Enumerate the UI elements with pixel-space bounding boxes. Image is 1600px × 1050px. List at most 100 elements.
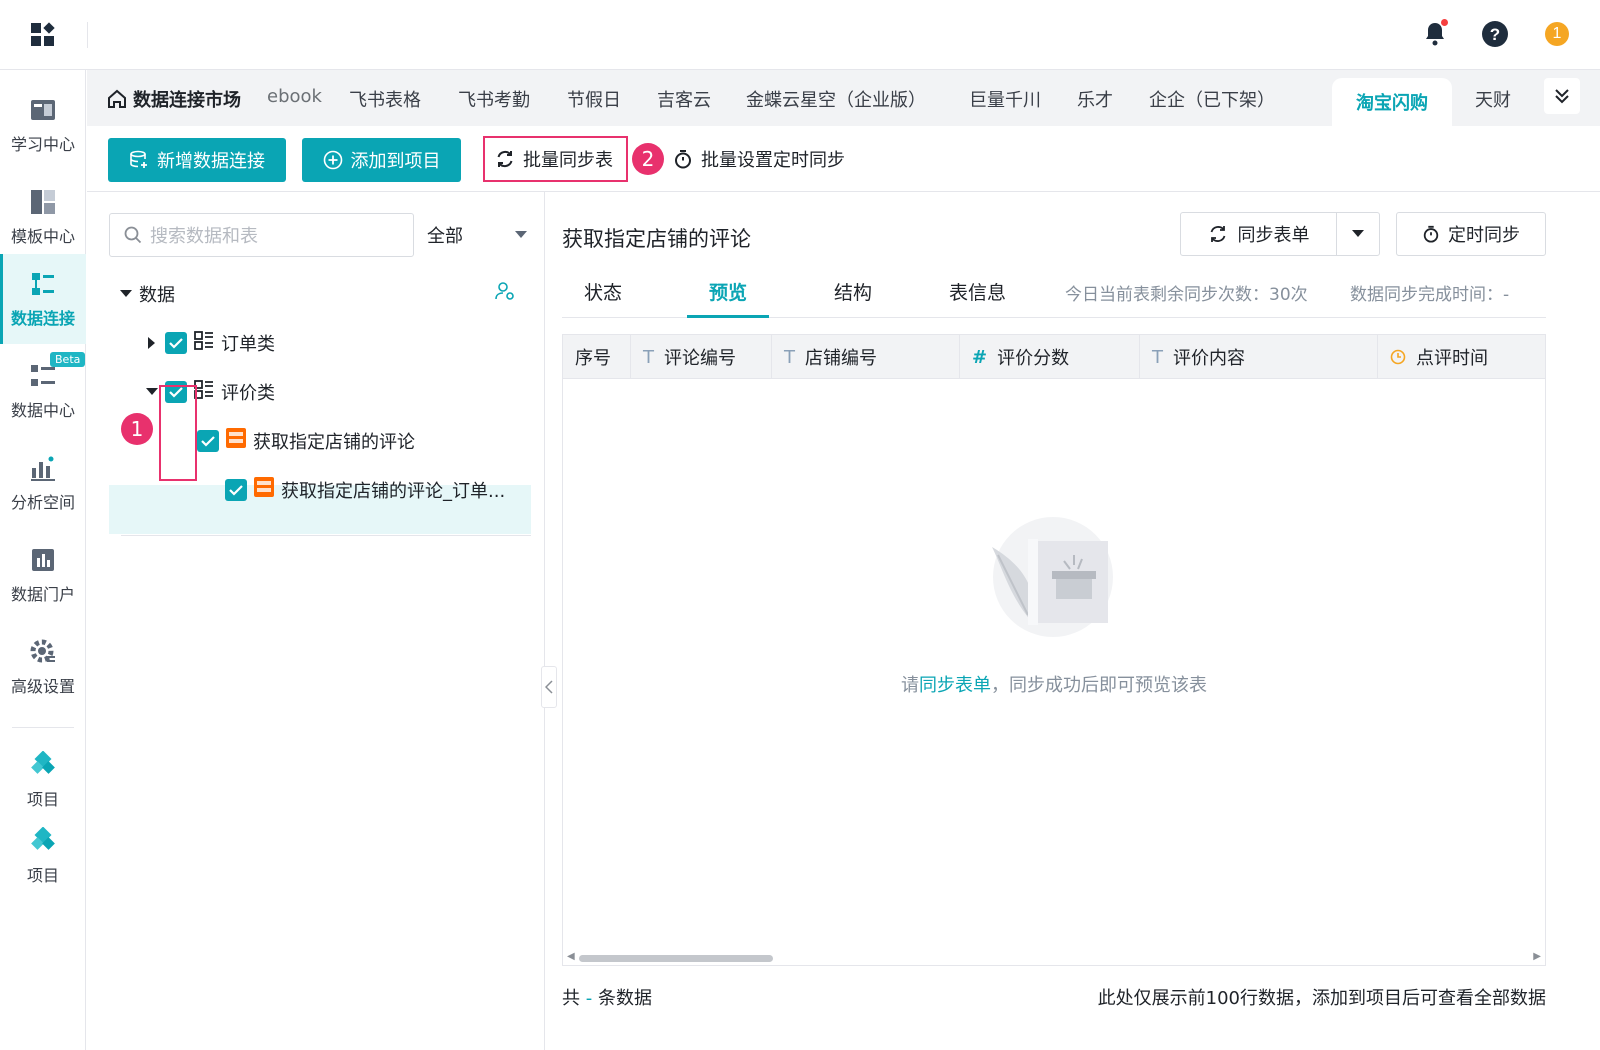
sync-form-button[interactable]: 同步表单 — [1181, 213, 1337, 255]
add-to-project-button[interactable]: 添加到项目 — [302, 138, 461, 182]
add-to-project-label: 添加到项目 — [350, 151, 441, 172]
tab-home-label: 数据连接市场 — [133, 90, 241, 111]
schedule-sync-label: 定时同步 — [1448, 225, 1520, 246]
tree-group-orders[interactable]: 订单类 — [145, 318, 275, 367]
sidebar-item-portal[interactable]: 数据门户 — [0, 530, 86, 620]
sidebar-item-learning[interactable]: 学习中心 — [0, 80, 86, 170]
data-tree-panel: 搜索数据和表 全部 数据 订单类 评价类 1 获取指定店铺的评论 获取指定店铺的… — [87, 192, 545, 1050]
column-header-content[interactable]: T 评价内容 — [1140, 335, 1378, 379]
tree-divider — [121, 535, 531, 536]
step-badge-2: 2 — [632, 143, 664, 175]
caret-right-icon[interactable] — [145, 336, 159, 350]
tree-table-label: 获取指定店铺的评论_订单... — [281, 480, 506, 502]
row-count: 共 - 条数据 — [562, 984, 652, 1010]
column-name: 评价内容 — [1173, 348, 1245, 369]
tab-taobao-shangou[interactable]: 淘宝闪购 — [1332, 78, 1452, 126]
number-type-icon: # — [972, 346, 988, 368]
tabs-more-button[interactable] — [1544, 78, 1580, 114]
column-header-comment-id[interactable]: T 评论编号 — [631, 335, 772, 379]
column-header-review-time[interactable]: 点评时间 — [1378, 335, 1545, 379]
tree-root[interactable]: 数据 — [119, 269, 175, 318]
tab-qiqi[interactable]: 企企（已下架） — [1149, 86, 1275, 112]
tab-preview[interactable]: 预览 — [709, 278, 747, 305]
tab-holiday[interactable]: 节假日 — [567, 86, 621, 112]
caret-down-icon[interactable] — [145, 385, 159, 399]
batch-sync-button[interactable]: 批量同步表 — [483, 136, 628, 182]
connector-tab-strip: 数据连接市场 ebook 飞书表格 飞书考勤 节假日 吉客云 金蝶云星空（企业版… — [87, 70, 1600, 126]
tree-table-reviews[interactable]: 获取指定店铺的评论 — [197, 416, 415, 465]
sidebar-item-data-connect[interactable]: 数据连接 — [0, 254, 86, 344]
table-group-icon — [193, 329, 215, 356]
search-placeholder: 搜索数据和表 — [150, 226, 258, 247]
user-settings-icon[interactable] — [495, 281, 515, 306]
schedule-sync-button[interactable]: 定时同步 — [1396, 212, 1546, 256]
tab-kingdee[interactable]: 金蝶云星空（企业版） — [746, 86, 926, 112]
tab-feishu-sheet[interactable]: 飞书表格 — [349, 86, 421, 112]
sidebar-item-data-center[interactable]: Beta 数据中心 — [0, 346, 86, 436]
help-circle-icon[interactable]: ? — [1480, 19, 1510, 49]
chevron-left-icon — [545, 680, 553, 694]
tab-ebook[interactable]: ebook — [267, 86, 322, 107]
panel-collapse-handle[interactable] — [541, 666, 557, 708]
sidebar-item-label: 学习中心 — [10, 135, 75, 154]
refresh-icon — [1210, 226, 1225, 242]
chevron-double-down-icon — [1555, 89, 1569, 104]
column-name: 点评时间 — [1416, 348, 1488, 369]
sidebar-item-analysis[interactable]: 分析空间 — [0, 438, 86, 528]
sidebar-item-label: 数据门户 — [10, 585, 75, 604]
tab-status[interactable]: 状态 — [584, 278, 622, 305]
sync-form-label: 同步表单 — [1237, 225, 1310, 246]
checkbox-checked[interactable] — [225, 478, 247, 501]
sidebar-item-label: 分析空间 — [10, 493, 75, 512]
tab-jikeyun[interactable]: 吉客云 — [657, 86, 711, 112]
filter-value: 全部 — [427, 226, 463, 247]
batch-schedule-button[interactable]: 批量设置定时同步 — [663, 136, 855, 182]
stopwatch-icon — [1423, 225, 1439, 243]
sidebar-item-project-2[interactable]: 项目 — [0, 811, 86, 901]
search-input[interactable]: 搜索数据和表 — [109, 213, 414, 257]
scroll-left-arrow-icon[interactable]: ◀ — [567, 951, 575, 962]
beta-badge: Beta — [50, 352, 86, 367]
empty-prefix: 请 — [901, 675, 919, 696]
apps-grid-icon[interactable] — [28, 20, 58, 50]
column-name: 评论编号 — [664, 348, 736, 369]
checkbox-checked[interactable] — [197, 429, 219, 452]
tab-qianchuan[interactable]: 巨量千川 — [969, 86, 1041, 112]
new-connection-button[interactable]: 新增数据连接 — [108, 138, 286, 182]
active-tab-underline — [687, 315, 769, 318]
plus-circle-icon — [323, 150, 342, 170]
filter-select[interactable]: 全部 — [427, 213, 527, 257]
column-header-score[interactable]: # 评价分数 — [960, 335, 1140, 379]
empty-state-illustration — [978, 515, 1128, 645]
text-type-icon: T — [643, 346, 654, 368]
column-header-index[interactable]: 序号 — [563, 335, 631, 379]
main-area: 数据连接市场 ebook 飞书表格 飞书考勤 节假日 吉客云 金蝶云星空（企业版… — [87, 70, 1600, 1050]
tab-lecai[interactable]: 乐才 — [1077, 86, 1113, 112]
sidebar-item-advanced[interactable]: 高级设置 — [0, 622, 86, 712]
caret-down-icon — [1352, 230, 1364, 237]
tab-feishu-attendance[interactable]: 飞书考勤 — [458, 86, 530, 112]
scroll-right-arrow-icon[interactable]: ▶ — [1533, 951, 1541, 962]
bell-icon[interactable] — [1420, 19, 1450, 49]
tree-table-reviews-orders[interactable]: 获取指定店铺的评论_订单... — [225, 465, 505, 514]
sidebar-item-label: 高级设置 — [10, 677, 75, 696]
tab-structure[interactable]: 结构 — [834, 278, 872, 305]
user-badge-count: 1 — [1552, 25, 1562, 42]
left-sidebar: 学习中心 模板中心 数据连接 Beta 数据中心 分析空间 数据门户 高级设置 … — [0, 70, 86, 1050]
tab-table-info[interactable]: 表信息 — [949, 278, 1006, 305]
user-avatar-badge[interactable]: 1 — [1542, 19, 1572, 49]
sidebar-item-label: 数据中心 — [10, 401, 75, 420]
horizontal-scrollbar[interactable]: ◀ ▶ — [563, 951, 1545, 965]
scrollbar-thumb[interactable] — [579, 955, 773, 962]
sync-dropdown-button[interactable] — [1337, 213, 1379, 255]
data-connect-icon — [28, 269, 58, 299]
book-icon — [28, 95, 58, 125]
taobao-shangou-icon — [225, 427, 247, 454]
empty-state-message: 请同步表单，同步成功后即可预览该表 — [563, 671, 1545, 697]
checkbox-checked[interactable] — [165, 331, 187, 354]
tab-home[interactable]: 数据连接市场 — [107, 86, 241, 112]
column-header-shop-id[interactable]: T 店铺编号 — [772, 335, 960, 379]
sidebar-item-template[interactable]: 模板中心 — [0, 172, 86, 262]
sync-form-link[interactable]: 同步表单 — [919, 675, 991, 696]
tab-tiancai[interactable]: 天财 — [1475, 86, 1511, 112]
